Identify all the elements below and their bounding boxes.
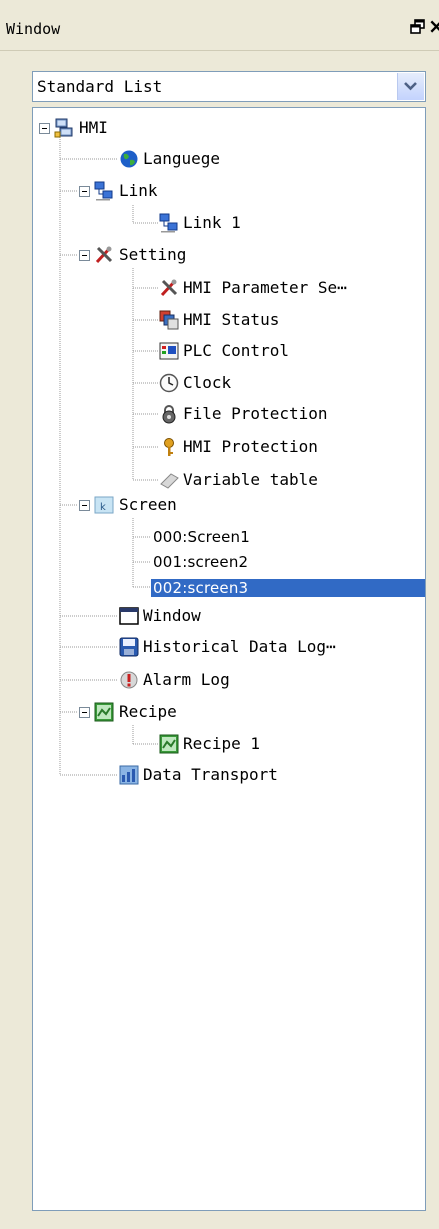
tree-label-link: Link (119, 181, 158, 200)
view-selector-dropdown[interactable]: Standard List (32, 71, 426, 102)
tree-node-screen-1[interactable]: 000:Screen1 (33, 525, 425, 549)
window-icon (119, 606, 139, 626)
project-tree-panel: Window × Standard List HMI Languege Link… (0, 0, 439, 1229)
collapse-icon[interactable] (79, 707, 90, 718)
project-tree: HMI Languege Link Link 1 Setting HMI Par… (32, 107, 426, 1211)
hmi-network-icon (54, 118, 74, 138)
tree-label-plc-control: PLC Control (183, 341, 289, 360)
link-computers-icon (159, 213, 179, 233)
status-icon (159, 310, 179, 330)
tree-label-recipe-1: Recipe 1 (183, 734, 261, 753)
tree-label-screen-2: 001:screen2 (153, 553, 249, 571)
tree-node-variable-table[interactable]: Variable table (33, 468, 425, 492)
floppy-disk-icon (119, 637, 139, 657)
tree-label-file-protection: File Protection (183, 404, 328, 423)
tree-node-data-transport[interactable]: Data Transport (33, 763, 425, 787)
tree-label-hmi: HMI (79, 118, 108, 137)
tools-icon (159, 278, 179, 298)
tree-label-hmi-status: HMI Status (183, 310, 280, 329)
tree-node-alarm-log[interactable]: Alarm Log (33, 668, 425, 692)
key-icon (159, 437, 179, 457)
globe-icon (119, 149, 139, 169)
alarm-icon (119, 670, 139, 690)
tree-label-screen-3: 002:screen3 (151, 579, 425, 597)
eraser-icon (159, 470, 179, 490)
tree-node-screen[interactable]: k Screen (33, 493, 425, 517)
tree-node-file-protection[interactable]: File Protection (33, 402, 425, 426)
tree-node-language[interactable]: Languege (33, 147, 425, 171)
tree-node-plc-control[interactable]: PLC Control (33, 339, 425, 363)
tree-label-hmi-protection: HMI Protection (183, 437, 318, 456)
tree-node-window[interactable]: Window (33, 604, 425, 628)
collapse-icon[interactable] (79, 186, 90, 197)
tree-label-recipe: Recipe (119, 702, 177, 721)
tree-node-recipe-1[interactable]: Recipe 1 (33, 732, 425, 756)
tree-node-hmi-parameter[interactable]: HMI Parameter Se⋯ (33, 276, 425, 300)
tree-label-clock: Clock (183, 373, 232, 392)
tree-label-variable-table: Variable table (183, 470, 318, 489)
tools-icon (94, 245, 114, 265)
tree-node-screen-2[interactable]: 001:screen2 (33, 550, 425, 574)
padlock-icon (159, 404, 179, 424)
tree-node-historical-data-log[interactable]: Historical Data Log⋯ (33, 635, 425, 659)
collapse-icon[interactable] (79, 250, 90, 261)
tree-node-hmi-protection[interactable]: HMI Protection (33, 435, 425, 459)
tree-label-screen-1: 000:Screen1 (153, 528, 250, 546)
tree-node-recipe[interactable]: Recipe (33, 700, 425, 724)
recipe-icon (94, 702, 114, 722)
svg-text:k: k (100, 502, 106, 513)
data-transport-icon (119, 765, 139, 785)
close-icon[interactable]: × (428, 15, 439, 37)
tree-node-link-1[interactable]: Link 1 (33, 211, 425, 235)
panel-title: Window (6, 20, 61, 38)
tree-label-alarm-log: Alarm Log (143, 670, 230, 689)
tree-label-historical-data-log: Historical Data Log⋯ (143, 637, 336, 656)
tree-label-window: Window (143, 606, 201, 625)
recipe-icon (159, 734, 179, 754)
plc-control-icon (159, 341, 179, 361)
view-selector-value: Standard List (37, 77, 163, 96)
tree-label-language: Languege (143, 149, 221, 168)
chevron-down-icon[interactable] (397, 73, 424, 100)
tree-node-hmi-status[interactable]: HMI Status (33, 308, 425, 332)
tree-node-link[interactable]: Link (33, 179, 425, 203)
panel-title-bar: Window × (0, 0, 439, 51)
tree-node-setting[interactable]: Setting (33, 243, 425, 267)
tree-label-data-transport: Data Transport (143, 765, 278, 784)
tree-node-hmi[interactable]: HMI (33, 116, 425, 140)
clock-icon (159, 373, 179, 393)
link-computers-icon (94, 181, 114, 201)
tree-label-hmi-parameter: HMI Parameter Se⋯ (183, 278, 347, 297)
float-window-icon[interactable] (410, 19, 426, 35)
screen-icon: k (94, 495, 114, 515)
tree-node-clock[interactable]: Clock (33, 371, 425, 395)
collapse-icon[interactable] (39, 123, 50, 134)
collapse-icon[interactable] (79, 500, 90, 511)
tree-node-screen-3-selected[interactable]: 002:screen3 (33, 575, 425, 599)
tree-label-setting: Setting (119, 245, 187, 264)
tree-label-screen: Screen (119, 495, 177, 514)
tree-label-link-1: Link 1 (183, 213, 241, 232)
